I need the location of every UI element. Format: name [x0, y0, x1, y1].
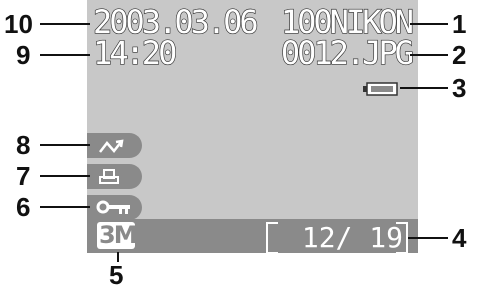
callout-8: 8 [16, 130, 31, 160]
callout-10: 10 [4, 9, 33, 39]
callout-4: 4 [452, 223, 467, 253]
leader-lines [40, 23, 448, 262]
callout-2: 2 [452, 40, 467, 70]
callout-5: 5 [109, 260, 124, 290]
callout-3: 3 [452, 73, 467, 103]
callout-7: 7 [16, 161, 31, 191]
callout-1: 1 [452, 9, 467, 39]
callout-6: 6 [16, 192, 31, 222]
callout-9: 9 [16, 40, 31, 70]
